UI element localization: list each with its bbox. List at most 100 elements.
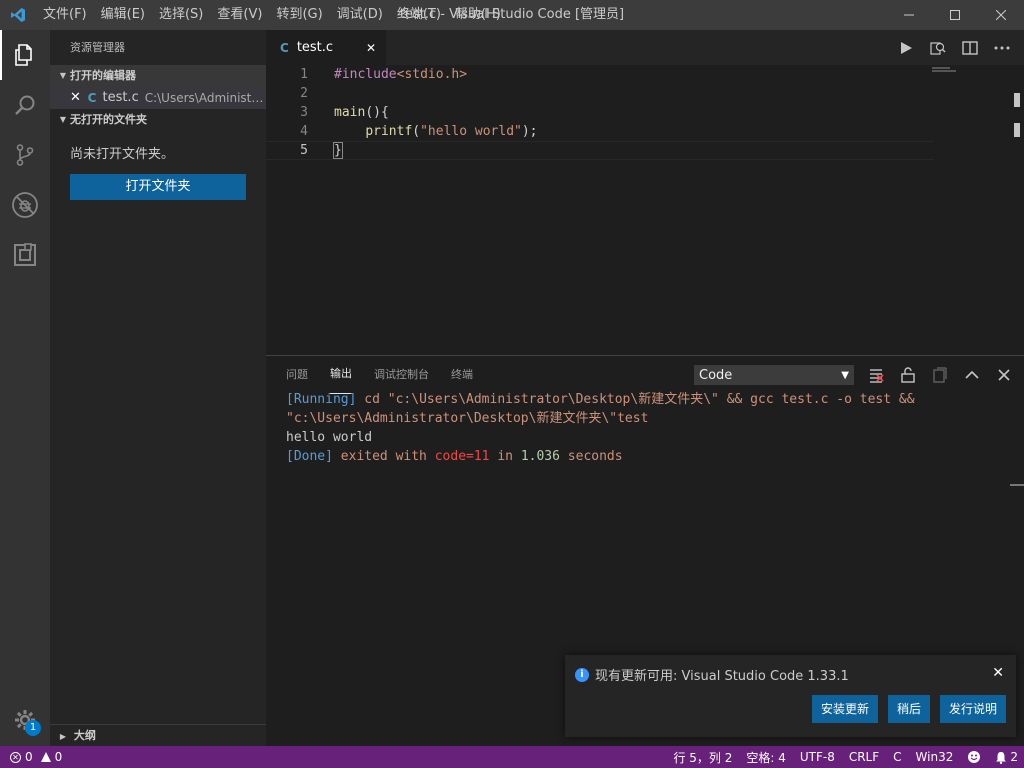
search-icon[interactable] [0, 80, 50, 130]
line-number: 5 [300, 143, 308, 158]
minimap-line [932, 67, 950, 69]
tab-debug-console[interactable]: 调试控制台 [374, 356, 429, 394]
maximize-panel-icon[interactable] [956, 364, 988, 386]
open-editor-path: C:\Users\Administrator\Desktop\新建文件夹 [144, 91, 266, 105]
tab-output[interactable]: 输出 [330, 356, 352, 394]
manage-gear-icon[interactable]: 1 [0, 700, 50, 740]
feedback-smiley-icon[interactable] [967, 750, 981, 764]
open-editors-label: 打开的编辑器 [70, 69, 136, 82]
platform[interactable]: Win32 [916, 750, 954, 764]
vscode-logo-icon [0, 0, 36, 30]
editor-tabs-bar: C test.c ✕ [266, 30, 1024, 65]
menu-terminal[interactable]: 终端(T) [390, 0, 448, 30]
maximize-icon[interactable] [932, 0, 978, 30]
close-editor-icon[interactable]: ✕ [70, 87, 86, 109]
output-content[interactable]: [Running] cd "c:\Users\Administrator\Des… [286, 390, 915, 466]
editor-actions [890, 30, 1018, 65]
notifications-bell[interactable]: 2 [995, 750, 1018, 764]
c-file-icon: C [280, 40, 289, 55]
error-count: 0 [25, 750, 33, 764]
line-number: 4 [300, 124, 308, 139]
code-token: ( [412, 124, 421, 139]
output-line: "c:\Users\Administrator\Desktop\新建文件夹\"t… [286, 409, 915, 428]
close-tab-icon[interactable]: ✕ [366, 41, 376, 55]
tab-terminal[interactable]: 终端 [451, 356, 473, 394]
source-control-icon[interactable] [0, 130, 50, 180]
status-left[interactable]: ✕ 0 0 [0, 750, 62, 764]
menu-debug[interactable]: 调试(D) [330, 0, 390, 30]
menu-selection[interactable]: 选择(S) [152, 0, 210, 30]
code-text: } [333, 141, 343, 160]
code-token: main [334, 105, 366, 120]
open-log-icon[interactable] [924, 364, 956, 386]
menu-bar: 文件(F) 编辑(E) 选择(S) 查看(V) 转到(G) 调试(D) 终端(T… [36, 0, 508, 30]
code-line: 4 printf("hello world"); [266, 122, 946, 141]
line-ending[interactable]: CRLF [849, 750, 879, 764]
panel-actions [860, 364, 1020, 386]
output-tag: [Running] [286, 392, 357, 407]
open-editor-item[interactable]: ✕ C test.c C:\Users\Administrator\Deskto… [50, 87, 266, 109]
lock-scroll-icon[interactable] [892, 364, 924, 386]
c-file-icon: C [87, 91, 97, 105]
window-controls [886, 0, 1024, 30]
scrollbar-marker [1014, 123, 1020, 137]
minimize-icon[interactable] [886, 0, 932, 30]
chevron-right-icon: ▶ [59, 732, 67, 741]
install-update-button[interactable]: 安装更新 [811, 695, 878, 723]
menu-file[interactable]: 文件(F) [36, 0, 94, 30]
menu-view[interactable]: 查看(V) [210, 0, 269, 30]
output-text: seconds [559, 449, 623, 464]
output-line: [Running] cd "c:\Users\Administrator\Des… [286, 390, 915, 409]
language-mode[interactable]: C [893, 750, 901, 764]
editor-scrollbar[interactable] [1014, 93, 1022, 153]
notification-message-row: i 现有更新可用: Visual Studio Code 1.33.1 [575, 665, 849, 684]
no-folder-message: 尚未打开文件夹。 [70, 147, 175, 162]
minimap[interactable] [932, 67, 962, 75]
output-line: [Done] exited with code=11 in 1.036 seco… [286, 447, 915, 466]
tab-test-c[interactable]: C test.c ✕ [266, 30, 386, 65]
debug-icon[interactable] [0, 180, 50, 230]
code-line: 2 [266, 84, 946, 103]
line-number: 3 [300, 105, 308, 120]
notification-buttons: 安装更新 稍后 发行说明 [802, 695, 1006, 723]
cursor-position[interactable]: 行 5，列 2 [673, 749, 732, 766]
tab-problems[interactable]: 问题 [286, 356, 308, 394]
code-token: ); [521, 124, 538, 139]
close-notification-icon[interactable]: ✕ [992, 665, 1004, 681]
clear-output-icon[interactable] [860, 364, 892, 386]
menu-go[interactable]: 转到(G) [269, 0, 329, 30]
chevron-down-icon: ▼ [59, 71, 67, 80]
output-channel-select[interactable]: Code ▼ [694, 365, 854, 385]
outline-header[interactable]: ▶ 大纲 [50, 724, 266, 746]
more-actions-icon[interactable] [986, 30, 1018, 65]
open-changes-icon[interactable] [922, 30, 954, 65]
run-code-icon[interactable] [890, 30, 922, 65]
indentation[interactable]: 空格: 4 [746, 749, 786, 766]
activity-bar: 1 [0, 30, 50, 746]
no-folder-header[interactable]: ▼ 无打开的文件夹 [50, 109, 266, 131]
update-badge: 1 [25, 720, 41, 736]
later-button[interactable]: 稍后 [887, 695, 930, 723]
bell-icon [996, 751, 1007, 764]
output-text: "c:\Users\Administrator\Desktop\新建文件夹\"t… [286, 411, 649, 426]
encoding[interactable]: UTF-8 [800, 750, 835, 764]
extensions-icon[interactable] [0, 230, 50, 280]
split-editor-icon[interactable] [954, 30, 986, 65]
menu-edit[interactable]: 编辑(E) [94, 0, 152, 30]
menu-help[interactable]: 帮助(H) [448, 0, 508, 30]
release-notes-button[interactable]: 发行说明 [939, 695, 1006, 723]
close-panel-icon[interactable] [988, 364, 1020, 386]
minimap-line [932, 70, 956, 72]
scrollbar-marker [1014, 93, 1020, 107]
code-editor[interactable]: 1 #include<stdio.h> 2 3 main(){ 4 printf… [266, 65, 1024, 355]
open-folder-button[interactable]: 打开文件夹 [70, 174, 246, 200]
code-text: #include<stdio.h> [334, 65, 467, 84]
close-window-icon[interactable] [978, 0, 1024, 30]
sidebar-title: 资源管理器 [70, 41, 125, 54]
code-token: "hello world" [420, 124, 522, 139]
code-line: 1 #include<stdio.h> [266, 65, 946, 84]
output-exit-code: code=11 [434, 449, 490, 464]
line-number: 1 [300, 67, 308, 82]
explorer-icon[interactable] [0, 30, 50, 80]
open-editors-header[interactable]: ▼ 打开的编辑器 [50, 65, 266, 87]
